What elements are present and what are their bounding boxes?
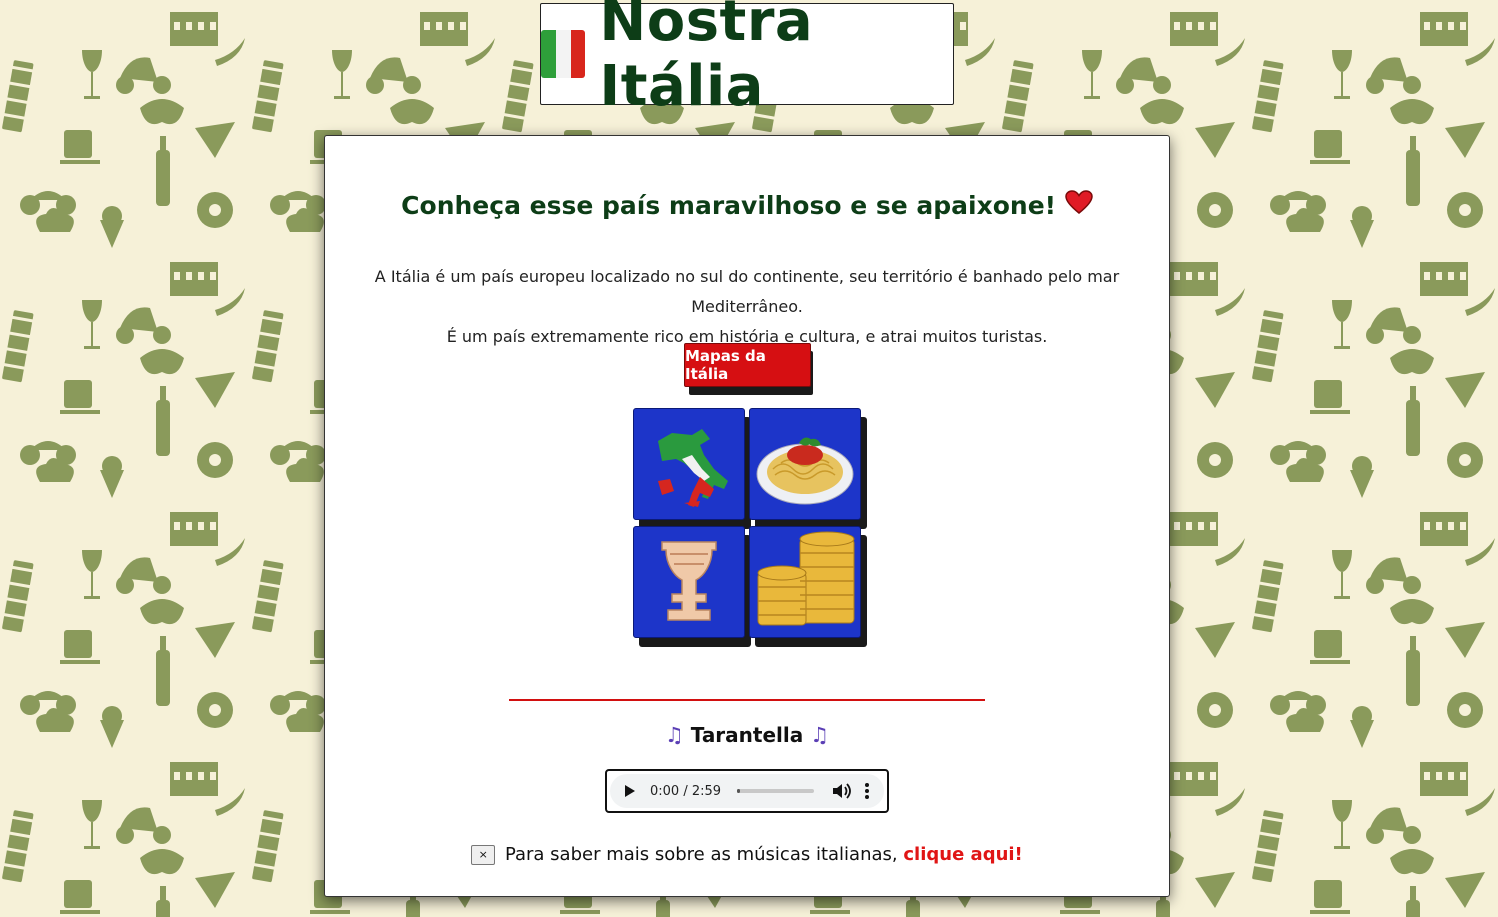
music-info-line: × Para saber mais sobre as músicas itali… — [325, 844, 1169, 865]
seek-fill — [737, 789, 741, 793]
site-header: Nostra Itália — [540, 0, 954, 119]
song-title-text: Tarantella — [690, 723, 804, 747]
site-title: Nostra Itália — [599, 0, 814, 119]
volume-icon[interactable] — [832, 782, 852, 800]
intro-text: A Itália é um país europeu localizado no… — [325, 262, 1169, 352]
close-icon[interactable]: × — [471, 845, 496, 865]
play-icon[interactable] — [624, 784, 638, 798]
music-note-icon: ♫ — [810, 723, 830, 747]
italy-map-icon — [658, 429, 728, 507]
music-info-link[interactable]: clique aqui! — [903, 844, 1022, 865]
audio-player: 0:00 / 2:59 — [605, 769, 889, 813]
music-info-text: Para saber mais sobre as músicas italian… — [504, 844, 898, 865]
coins-icon — [757, 531, 855, 626]
main-card: Conheça esse país maravilhoso e se apaix… — [324, 135, 1170, 897]
tile-vase[interactable] — [633, 526, 745, 638]
more-options-icon[interactable] — [864, 782, 870, 800]
section-divider — [509, 699, 985, 701]
audio-time: 0:00 / 2:59 — [650, 783, 722, 799]
intro-line-1: A Itália é um país europeu localizado no… — [374, 267, 1120, 316]
music-note-icon: ♫ — [664, 723, 684, 747]
seek-slider[interactable] — [737, 789, 814, 793]
headline-text: Conheça esse país maravilhoso e se apaix… — [401, 191, 1057, 220]
maps-button-wrapper: Mapas da Itália — [684, 343, 813, 395]
maps-button[interactable]: Mapas da Itália — [684, 343, 811, 387]
italy-flag-icon — [541, 30, 586, 78]
heart-icon — [1065, 190, 1093, 221]
vase-icon — [661, 541, 717, 621]
song-title: ♫ Tarantella ♫ — [325, 723, 1169, 747]
headline: Conheça esse país maravilhoso e se apaix… — [325, 190, 1169, 221]
tile-spaghetti[interactable] — [749, 408, 861, 520]
tile-italy-map[interactable] — [633, 408, 745, 520]
tile-coins[interactable] — [749, 526, 861, 638]
spaghetti-icon — [756, 437, 854, 505]
image-grid — [633, 408, 869, 648]
